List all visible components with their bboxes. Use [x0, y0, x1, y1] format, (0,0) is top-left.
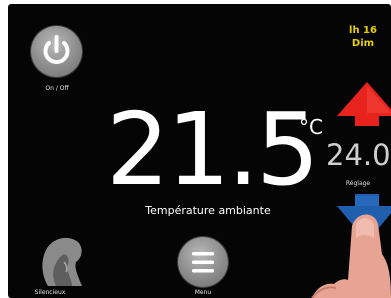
arrow-up-icon — [337, 82, 391, 126]
setpoint-value: 24.0 — [326, 138, 391, 172]
setpoint-label: Réglage — [345, 180, 371, 187]
power-button[interactable] — [31, 26, 82, 77]
power-button-label: On / Off — [45, 85, 69, 92]
clock-time: lh 16 — [349, 25, 377, 36]
menu-button[interactable] — [178, 237, 228, 287]
silence-button-label: Silencieux — [34, 289, 66, 296]
menu-icon — [192, 252, 214, 273]
device-frame: On / Off lh 16 Dim 21.5 °C Température a… — [0, 0, 391, 298]
setpoint-up-button[interactable] — [335, 80, 391, 126]
silence-face-icon — [42, 237, 82, 286]
silence-button[interactable] — [38, 232, 86, 288]
power-icon — [43, 35, 70, 65]
ambient-temperature-label: Température ambiante — [145, 204, 271, 217]
setpoint-value-display: 24.0° — [326, 138, 391, 172]
menu-button-label: Menu — [194, 289, 212, 296]
clock-day: Dim — [351, 38, 375, 49]
ambient-temperature-value: 21.5 — [106, 91, 320, 208]
clock-display: lh 16 Dim — [338, 24, 388, 50]
ambient-temperature-unit: °C — [299, 115, 323, 139]
pointing-finger-photo — [311, 214, 391, 298]
